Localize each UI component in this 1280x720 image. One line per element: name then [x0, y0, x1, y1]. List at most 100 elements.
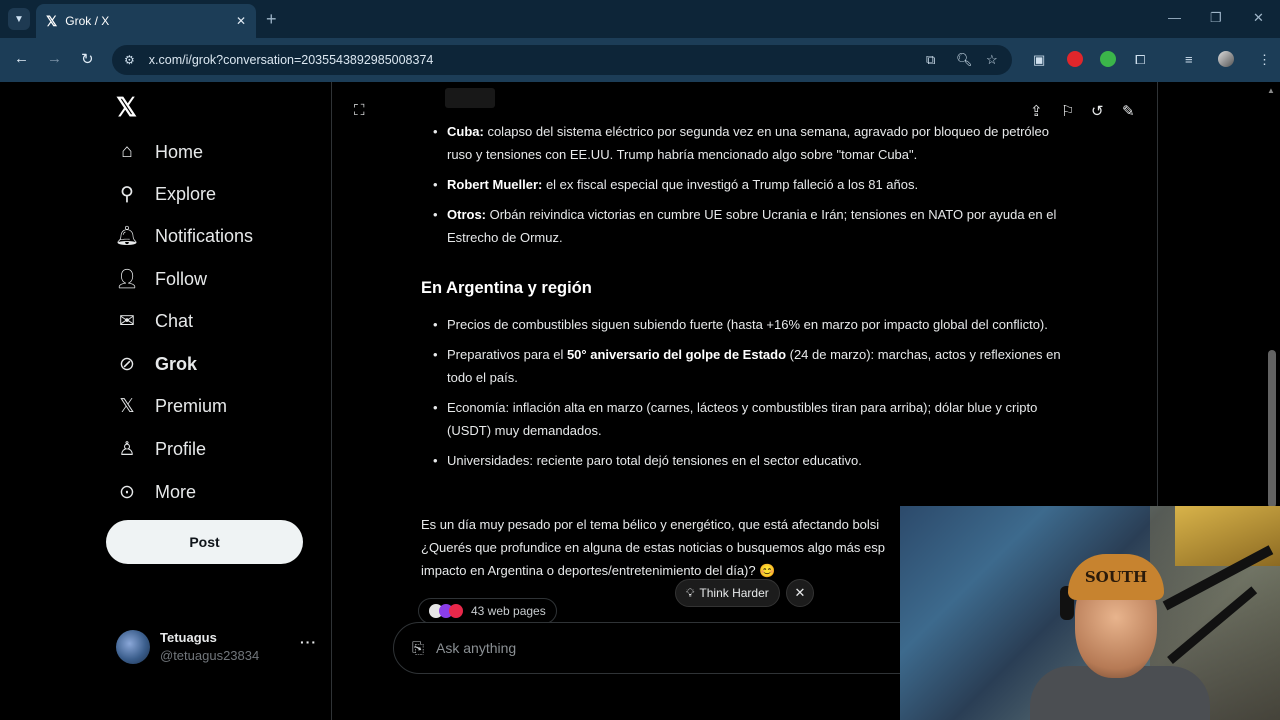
- nav-premium[interactable]: 𝕏 Premium: [116, 390, 227, 422]
- nav-label: Profile: [155, 438, 207, 459]
- item-text: Preparativos para el: [447, 347, 567, 362]
- section-heading: En Argentina y región: [421, 279, 592, 297]
- nav-label: Grok: [155, 353, 198, 374]
- add-person-icon: 👤︎: [114, 269, 140, 290]
- dismiss-think-icon[interactable]: ✕: [786, 579, 814, 607]
- x-logo-icon[interactable]: 𝕏: [116, 92, 137, 123]
- post-button[interactable]: Post: [106, 520, 303, 564]
- nav-label: Notifications: [155, 225, 254, 246]
- browser-tab-bar: ▼ 𝕏 Grok / X ✕ + — ❐ ✕: [0, 0, 1280, 38]
- nav-label: Chat: [155, 310, 194, 331]
- account-switcher[interactable]: Tetuagus @tetuagus23834 ···: [116, 630, 326, 666]
- item-title: Robert Mueller:: [447, 177, 543, 192]
- home-icon: ⌂: [121, 141, 133, 162]
- nav-label: More: [155, 481, 197, 502]
- list-item: Robert Mueller: el ex fiscal especial qu…: [421, 173, 1071, 196]
- world-news-list: Cuba: colapso del sistema eléctrico por …: [421, 120, 1071, 256]
- x-logo-icon: 𝕏: [119, 395, 135, 417]
- source-favicon-icon: [449, 604, 463, 618]
- minimize-icon[interactable]: —: [1168, 10, 1181, 25]
- person-icon: ♙: [118, 438, 136, 460]
- lightbulb-icon: 💡︎: [686, 585, 695, 600]
- nav-grok[interactable]: ⊘ Grok: [116, 348, 197, 380]
- browser-tab[interactable]: 𝕏 Grok / X ✕: [36, 4, 256, 38]
- item-title: Cuba:: [447, 124, 484, 139]
- think-harder-button[interactable]: 💡︎ Think Harder: [675, 579, 780, 607]
- x-sidebar: 𝕏 ⌂ Home ⚲ Explore 🔔︎ Notifications 👤︎ F…: [0, 82, 332, 720]
- new-tab-button[interactable]: +: [266, 9, 277, 30]
- zoom-icon[interactable]: 🔍︎: [956, 52, 973, 68]
- hidden-text-fragment: [445, 88, 495, 108]
- item-bold: 50° aniversario del golpe de Estado: [566, 347, 787, 362]
- tab-close-icon[interactable]: ✕: [236, 14, 246, 28]
- ask-input[interactable]: [436, 640, 837, 656]
- nav-notifications[interactable]: 🔔︎ Notifications: [114, 220, 254, 252]
- list-item: Economía: inflación alta en marzo (carne…: [421, 396, 1071, 442]
- url-text: x.com/i/grok?conversation=20355438929850…: [148, 53, 434, 67]
- bell-icon: 🔔︎: [114, 226, 140, 247]
- window-close-icon[interactable]: ✕: [1253, 10, 1264, 26]
- nav-follow[interactable]: 👤︎ Follow: [114, 263, 208, 295]
- attach-icon[interactable]: ⎘: [412, 640, 424, 657]
- item-text: el ex fiscal especial que investigó a Tr…: [542, 177, 919, 192]
- nav-home[interactable]: ⌂ Home: [116, 136, 203, 168]
- media-controls-icon[interactable]: ≡: [1185, 52, 1193, 67]
- argentina-news-list: Precios de combustibles siguen subiendo …: [421, 313, 1071, 479]
- mail-icon: ✉: [119, 310, 135, 332]
- account-handle: @tetuagus23834: [160, 648, 260, 663]
- nav-label: Premium: [155, 395, 228, 416]
- page-scrollbar[interactable]: [1268, 350, 1276, 508]
- bookmark-icon[interactable]: ⚐: [1061, 102, 1074, 120]
- nav-explore[interactable]: ⚲ Explore: [116, 178, 216, 210]
- history-icon[interactable]: ↺: [1091, 102, 1104, 120]
- nav-label: Follow: [155, 268, 208, 289]
- site-info-icon[interactable]: ⚙: [124, 53, 135, 67]
- think-harder-label: Think Harder: [699, 586, 769, 600]
- forward-icon[interactable]: →: [47, 50, 62, 67]
- new-chat-icon[interactable]: ✎: [1122, 102, 1135, 120]
- list-item: Otros: Orbán reivindica victorias en cum…: [421, 203, 1071, 249]
- bookmark-star-icon[interactable]: ☆: [986, 52, 998, 68]
- account-name: Tetuagus: [160, 630, 217, 645]
- extensions-puzzle-icon[interactable]: ⧠: [1135, 52, 1145, 68]
- tab-title: Grok / X: [65, 14, 110, 28]
- more-circle-icon: ⊙: [119, 481, 135, 503]
- nav-label: Explore: [155, 183, 217, 204]
- nav-profile[interactable]: ♙ Profile: [116, 433, 206, 465]
- avatar: [116, 630, 150, 664]
- x-favicon-icon: 𝕏: [46, 12, 58, 29]
- more-dots-icon[interactable]: ···: [300, 634, 317, 650]
- item-text: Universidades: reciente paro total dejó …: [447, 453, 862, 468]
- profile-avatar-icon[interactable]: [1218, 51, 1234, 67]
- list-item: Cuba: colapso del sistema eléctrico por …: [421, 120, 1071, 166]
- address-bar[interactable]: ⚙ x.com/i/grok?conversation=203554389298…: [112, 45, 1012, 75]
- sources-count: 43 web pages: [471, 604, 546, 618]
- nav-chat[interactable]: ✉ Chat: [116, 305, 193, 337]
- web-sources-button[interactable]: 43 web pages: [418, 598, 557, 624]
- back-icon[interactable]: ←: [14, 50, 29, 67]
- webcam-overlay: SOUTH: [900, 506, 1280, 720]
- reload-icon[interactable]: ↻: [81, 50, 94, 68]
- tab-search-button[interactable]: ▼: [8, 8, 30, 30]
- list-item: Universidades: reciente paro total dejó …: [421, 449, 1071, 472]
- nav-more[interactable]: ⊙ More: [116, 476, 196, 508]
- restore-icon[interactable]: ❐: [1210, 10, 1222, 26]
- item-text: colapso del sistema eléctrico por segund…: [447, 124, 1049, 162]
- search-icon: ⚲: [120, 183, 134, 205]
- browser-menu-icon[interactable]: ⋮: [1258, 52, 1271, 68]
- scroll-up-arrow-icon[interactable]: ▲: [1267, 86, 1275, 95]
- fullscreen-icon[interactable]: ⛶: [354, 102, 365, 119]
- install-app-icon[interactable]: ⧉: [926, 52, 935, 68]
- item-text: Orbán reivindica victorias en cumbre UE …: [447, 207, 1057, 245]
- item-text: Economía: inflación alta en marzo (carne…: [447, 400, 1038, 438]
- share-icon[interactable]: ⇪: [1030, 102, 1043, 120]
- grok-icon: ⊘: [119, 353, 135, 375]
- extension-green-plus-icon[interactable]: [1100, 51, 1116, 67]
- extension-red-icon[interactable]: [1067, 51, 1083, 67]
- list-item: Precios de combustibles siguen subiendo …: [421, 313, 1071, 336]
- item-text: Precios de combustibles siguen subiendo …: [447, 317, 1048, 332]
- item-title: Otros:: [447, 207, 486, 222]
- list-item: Preparativos para el 50° aniversario del…: [421, 343, 1071, 389]
- extension-square-icon[interactable]: ▣: [1033, 52, 1045, 68]
- nav-label: Home: [155, 141, 204, 162]
